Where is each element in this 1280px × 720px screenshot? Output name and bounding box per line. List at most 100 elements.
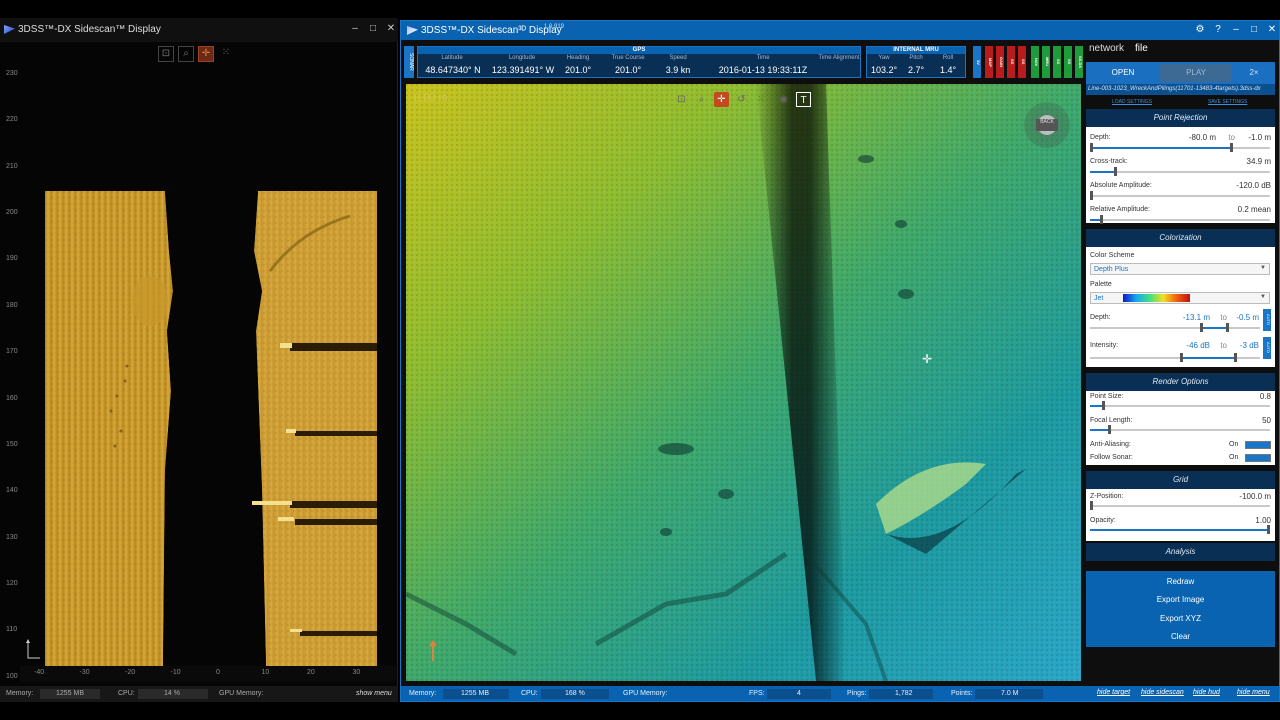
open-button[interactable]: OPEN bbox=[1088, 64, 1158, 82]
settings-gear-icon[interactable]: ⚙ bbox=[1193, 24, 1207, 35]
compass-back-label: BACK bbox=[1036, 119, 1058, 131]
gps-panel: GPS Latitude 48.647340° N Longitude 123.… bbox=[417, 46, 861, 78]
color-depth-to-word: to bbox=[1220, 313, 1227, 322]
render-options-header: Render Options bbox=[1086, 373, 1275, 391]
memory-label: Memory: bbox=[409, 690, 437, 697]
intensity-slider[interactable] bbox=[1090, 353, 1260, 362]
indicator-ss-3[interactable]: SS bbox=[1053, 46, 1061, 78]
close-button[interactable]: ✕ bbox=[384, 23, 398, 34]
mru-label-pitch: Pitch bbox=[909, 55, 923, 61]
analysis-header: Analysis bbox=[1086, 543, 1275, 561]
minimize-button[interactable]: – bbox=[1229, 24, 1243, 35]
main-window-title: 3DSS™-DX Sidescan³ᴰ Display bbox=[421, 25, 562, 36]
load-settings-link[interactable]: LOAD SETTINGS bbox=[1112, 99, 1152, 105]
depth-auto-button[interactable]: AUTO bbox=[1263, 309, 1271, 331]
z-position-slider[interactable] bbox=[1090, 501, 1270, 510]
zoom-icon[interactable]: ⌕ bbox=[694, 92, 709, 107]
zoom-region-icon[interactable]: ⊡ bbox=[674, 92, 689, 107]
intensity-auto-button[interactable]: AUTO bbox=[1263, 337, 1271, 359]
help-icon[interactable]: ? bbox=[1211, 24, 1225, 35]
across-track-tick-label: 10 bbox=[261, 669, 270, 676]
close-button[interactable]: ✕ bbox=[1265, 24, 1279, 35]
cross-track-slider[interactable] bbox=[1090, 167, 1270, 176]
color-depth-from: -13.1 m bbox=[1182, 313, 1210, 322]
across-track-tick-label: -20 bbox=[125, 669, 136, 676]
rotate-icon[interactable]: ↺ bbox=[734, 92, 749, 107]
indicator-nav[interactable]: NAV bbox=[1031, 46, 1039, 78]
bathymetry-render bbox=[406, 84, 1081, 681]
tab-file[interactable]: file bbox=[1135, 43, 1148, 54]
color-scheme-select[interactable]: Depth Plus ▼ bbox=[1090, 263, 1270, 275]
points-value: 7.0 M bbox=[975, 689, 1043, 699]
range-tick-label: 180 bbox=[6, 301, 18, 309]
rejection-depth-slider[interactable] bbox=[1090, 143, 1270, 152]
zoom-icon[interactable]: ⌕ bbox=[178, 46, 194, 62]
indicator-3v[interactable]: 3V bbox=[973, 46, 981, 78]
hide-menu-link[interactable]: hide menu bbox=[1237, 689, 1270, 696]
point-cloud-viewport[interactable]: 0.00 m ⊡ ⌕ ✛ ↺ ⁙ ◉ T BACK ✛ bbox=[406, 84, 1081, 681]
color-depth-label: Depth: bbox=[1090, 314, 1111, 321]
speed-button[interactable]: 2× bbox=[1236, 64, 1272, 82]
opacity-slider[interactable] bbox=[1090, 525, 1270, 534]
text-tool-icon[interactable]: T bbox=[796, 92, 811, 107]
range-tick-label: 170 bbox=[6, 348, 18, 356]
palette-preview bbox=[1123, 294, 1190, 302]
zoom-region-icon[interactable]: ⊡ bbox=[158, 46, 174, 62]
main-titlebar[interactable]: 3DSS™-DX Sidescan³ᴰ Display 1.0.919 ⚙ ? … bbox=[401, 21, 1279, 40]
view-compass[interactable]: BACK bbox=[1024, 102, 1070, 148]
rejection-depth-from: -80.0 m bbox=[1188, 133, 1216, 142]
palette-select[interactable]: Jet ▼ bbox=[1090, 292, 1270, 304]
gps-value-latitude: 48.647340° N bbox=[425, 65, 481, 75]
minimize-button[interactable]: – bbox=[348, 23, 362, 34]
memory-value: 1255 MB bbox=[443, 689, 509, 699]
clear-button[interactable]: Clear bbox=[1086, 628, 1275, 646]
gps-header: GPS bbox=[418, 47, 860, 54]
sidescan-titlebar[interactable]: 3DSS™-DX Sidescan™ Display – □ ✕ bbox=[0, 18, 398, 42]
sidescan-status-bar: Memory: 1255 MB CPU: 14 % GPU Memory: sh… bbox=[0, 686, 398, 702]
across-track-tick-label: 30 bbox=[352, 669, 361, 676]
relative-amplitude-slider[interactable] bbox=[1090, 215, 1270, 224]
indicator-map[interactable]: MAP bbox=[985, 46, 993, 78]
indicator-ss-2[interactable]: SS bbox=[1018, 46, 1026, 78]
grid-tool-icon[interactable]: ⁙ bbox=[754, 92, 769, 107]
across-track-tick-label: -40 bbox=[34, 669, 45, 676]
gps-value-time: 2016-01-13 19:33:11Z bbox=[718, 65, 808, 75]
point-tool-icon[interactable]: ◉ bbox=[776, 92, 791, 107]
cpu-label: CPU: bbox=[521, 690, 538, 697]
play-button[interactable]: PLAY bbox=[1160, 64, 1232, 82]
range-tick-label: 230 bbox=[6, 70, 18, 77]
show-menu-link[interactable]: show menu bbox=[356, 690, 392, 697]
maximize-button[interactable]: □ bbox=[366, 23, 380, 34]
grid-tool-icon[interactable]: ⁙ bbox=[218, 46, 234, 62]
hide-sidescan-link[interactable]: hide sidescan bbox=[1141, 689, 1184, 696]
color-depth-slider[interactable] bbox=[1090, 323, 1260, 332]
indicator-ss-dx[interactable]: SS.DX bbox=[1075, 46, 1083, 78]
indicator-mru[interactable]: MRU bbox=[1042, 46, 1050, 78]
intensity-label: Intensity: bbox=[1090, 342, 1119, 349]
export-xyz-button[interactable]: Export XYZ bbox=[1086, 610, 1275, 628]
hide-target-link[interactable]: hide target bbox=[1097, 689, 1130, 696]
sidescan-3d-window: 3DSS™-DX Sidescan³ᴰ Display 1.0.919 ⚙ ? … bbox=[400, 20, 1280, 702]
pings-label: Pings: bbox=[847, 690, 867, 697]
indicator-ss-1[interactable]: SS bbox=[1007, 46, 1015, 78]
target-tool-icon[interactable]: ✛ bbox=[714, 92, 729, 107]
sidescan-starboard-image bbox=[250, 191, 377, 666]
crosshair-cursor-icon: ✛ bbox=[922, 352, 933, 366]
indicator-gain[interactable]: GAIN bbox=[996, 46, 1004, 78]
point-size-slider[interactable] bbox=[1090, 401, 1270, 410]
redraw-button[interactable]: Redraw bbox=[1086, 573, 1275, 591]
target-tool-icon[interactable]: ✛ bbox=[198, 46, 214, 62]
focal-length-slider[interactable] bbox=[1090, 425, 1270, 434]
anti-aliasing-toggle[interactable] bbox=[1245, 441, 1271, 449]
maximize-button[interactable]: □ bbox=[1247, 24, 1261, 35]
tab-network[interactable]: network bbox=[1089, 43, 1124, 54]
mru-value-roll: 1.4° bbox=[939, 65, 957, 75]
render-options-section: Point Size: 0.8 Focal Length: 50 Anti-Al… bbox=[1086, 391, 1275, 465]
save-settings-link[interactable]: SAVE SETTINGS bbox=[1208, 99, 1247, 105]
absolute-amplitude-label: Absolute Amplitude: bbox=[1090, 182, 1152, 189]
absolute-amplitude-slider[interactable] bbox=[1090, 191, 1270, 200]
hide-hud-link[interactable]: hide hud bbox=[1193, 689, 1220, 696]
follow-sonar-toggle[interactable] bbox=[1245, 454, 1271, 462]
export-image-button[interactable]: Export Image bbox=[1086, 591, 1275, 609]
indicator-ss-4[interactable]: SS bbox=[1064, 46, 1072, 78]
